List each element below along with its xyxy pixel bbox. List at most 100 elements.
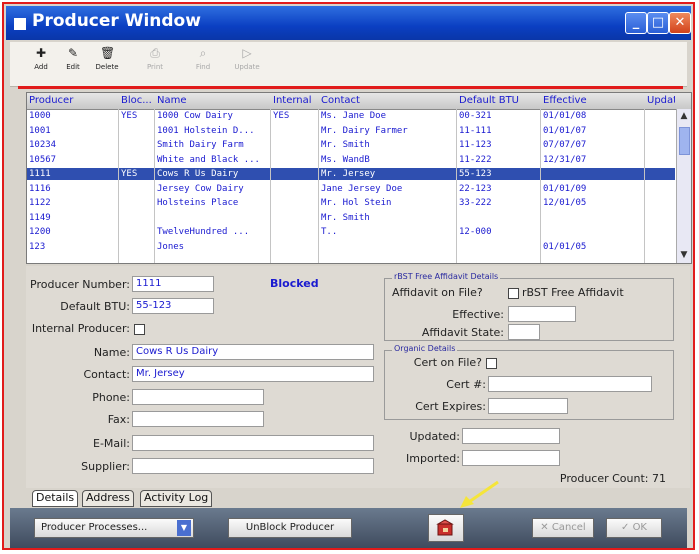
email-label: E-Mail: bbox=[93, 437, 130, 450]
col-internal[interactable]: Internal bbox=[273, 95, 321, 106]
imported-field[interactable] bbox=[462, 450, 560, 466]
scroll-thumb[interactable] bbox=[679, 127, 690, 155]
email-field[interactable] bbox=[132, 435, 374, 451]
phone-field[interactable] bbox=[132, 389, 264, 405]
table-row[interactable]: 1116 Jersey Cow Dairy Jane Jersey Doe 22-12… bbox=[27, 183, 675, 195]
col-update[interactable]: Update bbox=[647, 95, 675, 106]
fax-field[interactable] bbox=[132, 411, 264, 427]
table-row[interactable]: 1001 1001 Holstein D... Mr. Dairy Farmer 11… bbox=[27, 125, 675, 137]
producer-grid[interactable]: Producer Bloc... Name Internal Contact D… bbox=[26, 92, 692, 264]
find-button[interactable]: ⌕ Find bbox=[186, 46, 220, 71]
grid-scrollbar[interactable]: ▲ ▼ bbox=[676, 109, 691, 263]
col-divider bbox=[456, 109, 457, 263]
bottom-bar: Producer Processes... ▼ UnBlock Producer… bbox=[10, 508, 687, 548]
cert-number-field[interactable] bbox=[488, 376, 652, 392]
producer-number-field[interactable]: 1111 bbox=[132, 276, 214, 292]
unblock-producer-button[interactable]: UnBlock Producer bbox=[228, 518, 352, 538]
edit-button[interactable]: ✎ Edit bbox=[56, 46, 90, 71]
col-effective[interactable]: Effective bbox=[543, 95, 613, 106]
title-bar[interactable]: Producer Window _ □ ✕ bbox=[6, 6, 691, 40]
add-icon: ✚ bbox=[35, 46, 47, 60]
check-icon: ✓ bbox=[621, 522, 633, 533]
scroll-up-icon[interactable]: ▲ bbox=[677, 111, 691, 121]
tab-address[interactable]: Address bbox=[82, 490, 134, 507]
table-row[interactable]: 1149 Mr. Smith bbox=[27, 212, 675, 224]
default-btu-field[interactable]: 55-123 bbox=[132, 298, 214, 314]
phone-label: Phone: bbox=[92, 391, 130, 404]
cell-name: TwelveHundred ... bbox=[157, 227, 250, 237]
ok-button[interactable]: ✓ OK bbox=[606, 518, 662, 538]
maximize-button[interactable]: □ bbox=[647, 12, 669, 34]
col-producer[interactable]: Producer bbox=[29, 95, 89, 106]
effective-field[interactable] bbox=[508, 306, 576, 322]
col-blocked[interactable]: Bloc... bbox=[121, 95, 153, 106]
action-button[interactable] bbox=[428, 514, 464, 542]
default-btu-label: Default BTU: bbox=[60, 300, 130, 313]
cell-default-btu: 33-222 bbox=[459, 198, 492, 208]
cell-name: Holsteins Place bbox=[157, 198, 239, 208]
contact-label: Contact: bbox=[83, 368, 130, 381]
cert-expires-field[interactable] bbox=[488, 398, 568, 414]
edit-icon: ✎ bbox=[67, 46, 79, 60]
trash-icon: 🗑 bbox=[100, 46, 116, 60]
cell-blocked: YES bbox=[121, 111, 138, 121]
table-row[interactable]: 10234 Smith Dairy Farm Mr. Smith 11-123 07/0… bbox=[27, 139, 675, 151]
producer-processes-dropdown[interactable]: Producer Processes... ▼ bbox=[34, 518, 194, 538]
table-row[interactable]: 1111 YES Cows R Us Dairy Mr. Jersey 55-123 bbox=[27, 168, 675, 180]
cell-name: 1000 Cow Dairy bbox=[157, 111, 233, 121]
cert-on-file-checkbox[interactable] bbox=[486, 358, 497, 369]
cell-contact: Mr. Smith bbox=[321, 212, 370, 223]
col-name[interactable]: Name bbox=[157, 95, 247, 106]
updated-field[interactable] bbox=[462, 428, 560, 444]
cell-internal: YES bbox=[273, 111, 290, 121]
col-divider bbox=[154, 109, 155, 263]
cell-blocked: YES bbox=[121, 169, 138, 179]
update-button[interactable]: ▷ Update bbox=[230, 46, 264, 71]
table-row[interactable]: 1200 TwelveHundred ... T.. 12-000 bbox=[27, 226, 675, 238]
cell-effective: 12/01/05 bbox=[543, 198, 587, 208]
affidavit-label: Affidavit on File? bbox=[392, 286, 483, 299]
window-title: Producer Window bbox=[32, 11, 201, 31]
cancel-button[interactable]: ✕ Cancel bbox=[532, 518, 594, 538]
organic-group-title: Organic Details bbox=[392, 344, 458, 353]
cell-default-btu: 22-123 bbox=[459, 183, 492, 194]
affidavit-state-field[interactable] bbox=[508, 324, 540, 340]
close-button[interactable]: ✕ bbox=[669, 12, 691, 34]
contact-field[interactable]: Mr. Jersey bbox=[132, 366, 374, 382]
cell-default-btu: 11-222 bbox=[459, 154, 492, 165]
name-field[interactable]: Cows R Us Dairy bbox=[132, 344, 374, 360]
col-divider bbox=[540, 109, 541, 263]
col-default-btu[interactable]: Default BTU bbox=[459, 95, 539, 106]
affidavit-checkbox[interactable] bbox=[508, 288, 519, 299]
col-contact[interactable]: Contact bbox=[321, 95, 431, 106]
pointer-arrow-icon bbox=[460, 480, 499, 508]
print-button[interactable]: ⎙ Print bbox=[138, 46, 172, 71]
print-icon: ⎙ bbox=[150, 46, 160, 60]
cell-name: Jersey Cow Dairy bbox=[157, 183, 244, 194]
grid-header: Producer Bloc... Name Internal Contact D… bbox=[27, 93, 691, 110]
internal-producer-checkbox[interactable] bbox=[134, 324, 145, 335]
delete-button[interactable]: 🗑 Delete bbox=[90, 46, 124, 71]
minimize-button[interactable]: _ bbox=[625, 12, 647, 34]
package-icon bbox=[436, 519, 454, 536]
cell-default-btu: 11-111 bbox=[459, 125, 492, 136]
scroll-down-icon[interactable]: ▼ bbox=[677, 250, 691, 260]
cell-contact: Mr. Dairy Farmer bbox=[321, 125, 408, 136]
chevron-down-icon[interactable]: ▼ bbox=[177, 520, 191, 536]
table-row[interactable]: 10567 White and Black ... Ms. WandB 11-222 1… bbox=[27, 154, 675, 166]
table-row[interactable]: 1122 Holsteins Place Mr. Hol Stein 33-222 12… bbox=[27, 197, 675, 209]
cell-producer: 1116 bbox=[29, 183, 51, 194]
delete-label: Delete bbox=[95, 63, 119, 71]
tab-details[interactable]: Details bbox=[32, 490, 79, 507]
tab-activity-log[interactable]: Activity Log bbox=[140, 490, 213, 507]
table-row[interactable]: 123 Jones 01/01/05 bbox=[27, 241, 675, 253]
cell-name: 1001 Holstein D... bbox=[157, 125, 255, 136]
cell-default-btu: 12-000 bbox=[459, 227, 492, 237]
add-button[interactable]: ✚ Add bbox=[24, 46, 58, 71]
supplier-field[interactable] bbox=[132, 458, 374, 474]
updated-label: Updated: bbox=[409, 430, 460, 443]
find-label: Find bbox=[195, 63, 211, 71]
table-row[interactable]: 1000 YES 1000 Cow Dairy YES Ms. Jane Doe 00-3… bbox=[27, 110, 675, 122]
cell-contact: Jane Jersey Doe bbox=[321, 183, 403, 194]
cell-contact: Mr. Smith bbox=[321, 140, 370, 150]
